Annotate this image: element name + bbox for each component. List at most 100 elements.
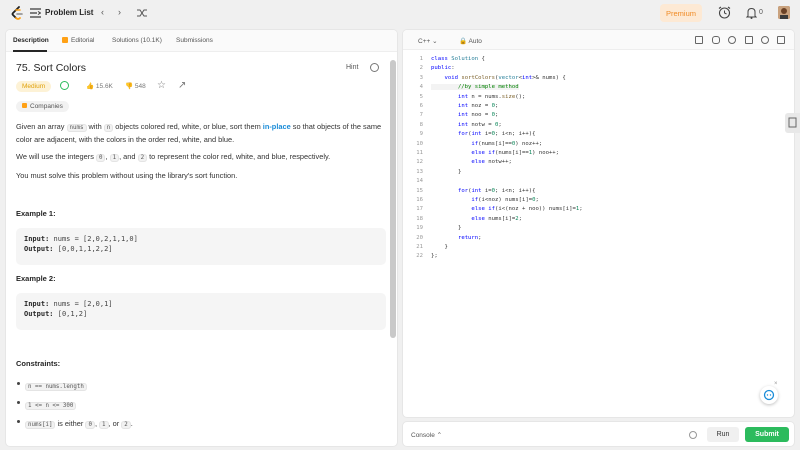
code-line[interactable]: int noo = 0;	[431, 112, 498, 118]
code-line[interactable]: };	[431, 253, 438, 259]
companies-tag[interactable]: Companies	[16, 101, 69, 112]
language-select[interactable]: C++ ⌄	[418, 37, 438, 45]
hint-button[interactable]: Hint	[346, 64, 358, 71]
like-button[interactable]: 👍 15.6K	[86, 82, 113, 90]
fullscreen-icon[interactable]	[777, 36, 785, 44]
problem-list-link[interactable]: Problem List	[45, 8, 93, 17]
bookmark-icon[interactable]	[695, 36, 703, 44]
code-line[interactable]: }	[431, 244, 447, 250]
code-line[interactable]: for(int i=0; i<n; i++){	[431, 131, 536, 137]
code-line[interactable]: public:	[431, 65, 455, 71]
prev-problem-button[interactable]: ‹	[101, 7, 104, 17]
feedback-chat-button[interactable]	[760, 386, 778, 404]
p1-text-b: with	[86, 122, 104, 131]
p1-text-c: objects colored red, white, or blue, sor…	[113, 122, 263, 131]
problem-paragraph-3: You must solve this problem without usin…	[16, 171, 238, 180]
leetcode-logo-icon[interactable]	[10, 6, 24, 21]
submit-button[interactable]: Submit	[745, 427, 789, 442]
dislike-button[interactable]: 👎 548	[125, 82, 146, 90]
tab-description[interactable]: Description	[13, 37, 49, 44]
code-line[interactable]: //by simple method	[431, 84, 519, 91]
tab-solutions[interactable]: Solutions (10.1K)	[112, 37, 162, 44]
settings-gear-icon[interactable]	[761, 36, 769, 44]
code-line[interactable]: }	[431, 225, 461, 231]
language-label: C++	[418, 38, 431, 45]
problem-paragraph-2: We will use the integers 0, 1, and 2 to …	[16, 151, 386, 164]
line-number: 14	[416, 178, 423, 185]
terminal-icon[interactable]	[745, 36, 753, 44]
constraints-list: n == nums.length 1 <= n <= 300 nums[i] i…	[16, 377, 386, 434]
in-place-link[interactable]: in-place	[263, 122, 291, 131]
p2-sep-1: ,	[105, 152, 110, 161]
line-number: 19	[416, 225, 423, 232]
code-line[interactable]: else notw++;	[431, 159, 511, 165]
problem-list-icon[interactable]	[30, 8, 41, 18]
example-2-input-label: Input:	[24, 300, 50, 308]
code-line[interactable]: else if(i<(noz + noo)) nums[i]=1;	[431, 206, 582, 212]
close-icon[interactable]: ×	[774, 381, 778, 387]
line-number: 3	[419, 74, 423, 81]
notification-count: 0	[759, 9, 763, 16]
run-button[interactable]: Run	[707, 427, 739, 442]
code-line[interactable]: if(nums[i]==0) noz++;	[431, 141, 542, 147]
star-icon[interactable]: ☆	[157, 80, 166, 91]
solved-check-icon	[60, 81, 69, 90]
tab-submissions[interactable]: Submissions	[176, 37, 213, 44]
page-title[interactable]: 75. Sort Colors	[16, 62, 86, 74]
editorial-lock-icon	[62, 37, 68, 43]
example-1-heading: Example 1:	[16, 209, 56, 218]
code-line[interactable]: int n = nums.size();	[431, 94, 525, 100]
line-number: 9	[419, 131, 423, 138]
tab-editorial-label: Editorial	[71, 37, 95, 44]
format-code-icon[interactable]	[712, 36, 720, 44]
code-line[interactable]: int notw = 0;	[431, 122, 502, 128]
line-number: 18	[416, 215, 423, 222]
example-1-input: Input: nums = [2,0,2,1,1,0]	[24, 234, 378, 244]
constraint-item: nums[i] is either 0, 1, or 2.	[16, 415, 386, 434]
code-line[interactable]: return;	[431, 235, 482, 241]
code-line[interactable]: else if(nums[i]==1) noo++;	[431, 150, 559, 156]
editor-toolbar: C++ ⌄ 🔒 Auto	[403, 30, 794, 50]
example-1-input-label: Input:	[24, 235, 50, 243]
like-count: 15.6K	[95, 83, 113, 90]
line-number: 15	[416, 187, 423, 194]
premium-button[interactable]: Premium	[660, 4, 702, 22]
alarm-clock-icon[interactable]	[718, 6, 731, 19]
line-number: 7	[419, 112, 423, 119]
code-line[interactable]: else nums[i]=2;	[431, 216, 522, 222]
line-number: 1	[419, 56, 423, 62]
reset-code-icon[interactable]	[728, 36, 736, 44]
code-line[interactable]: for(int i=0; i<n; i++){	[431, 188, 536, 194]
constraint-2-code: 1 <= n <= 300	[25, 402, 77, 410]
code-line[interactable]: }	[431, 169, 461, 175]
share-icon[interactable]: ↗	[178, 80, 186, 91]
next-problem-button[interactable]: ›	[118, 7, 121, 17]
line-number: 4	[419, 84, 423, 91]
active-tab-indicator	[13, 50, 47, 52]
autocomplete-toggle[interactable]: 🔒 Auto	[459, 37, 482, 45]
code-line[interactable]: class Solution {	[431, 56, 485, 62]
description-scrollbar[interactable]	[390, 60, 396, 338]
shuffle-icon[interactable]	[137, 8, 147, 18]
console-settings-icon[interactable]	[689, 431, 697, 439]
code-line[interactable]: void sortColors(vector<int>& nums) {	[431, 75, 565, 81]
avatar[interactable]	[778, 6, 790, 19]
line-number: 6	[419, 103, 423, 109]
constraint-item: n == nums.length	[16, 377, 386, 396]
p1-code-n: n	[103, 124, 114, 132]
tab-editorial[interactable]: Editorial	[62, 37, 94, 44]
notes-side-tab[interactable]	[785, 113, 800, 133]
line-number: 21	[416, 244, 423, 250]
line-number: 17	[416, 206, 423, 213]
console-toggle[interactable]: Console ⌃	[411, 431, 442, 439]
more-options-icon[interactable]	[370, 63, 379, 72]
line-number: 13	[416, 168, 423, 175]
constraint-3-val-2: 2	[121, 421, 131, 429]
description-tabs: Description Editorial Solutions (10.1K) …	[6, 30, 397, 52]
example-1-input-value: nums = [2,0,2,1,1,0]	[49, 235, 138, 243]
notification-bell-icon[interactable]	[746, 7, 757, 19]
line-number: 12	[416, 159, 423, 166]
code-line[interactable]: if(i<noz) nums[i]=0;	[431, 197, 538, 203]
p1-text-a: Given an array	[16, 122, 67, 131]
code-line[interactable]: int noz = 0;	[431, 103, 498, 109]
